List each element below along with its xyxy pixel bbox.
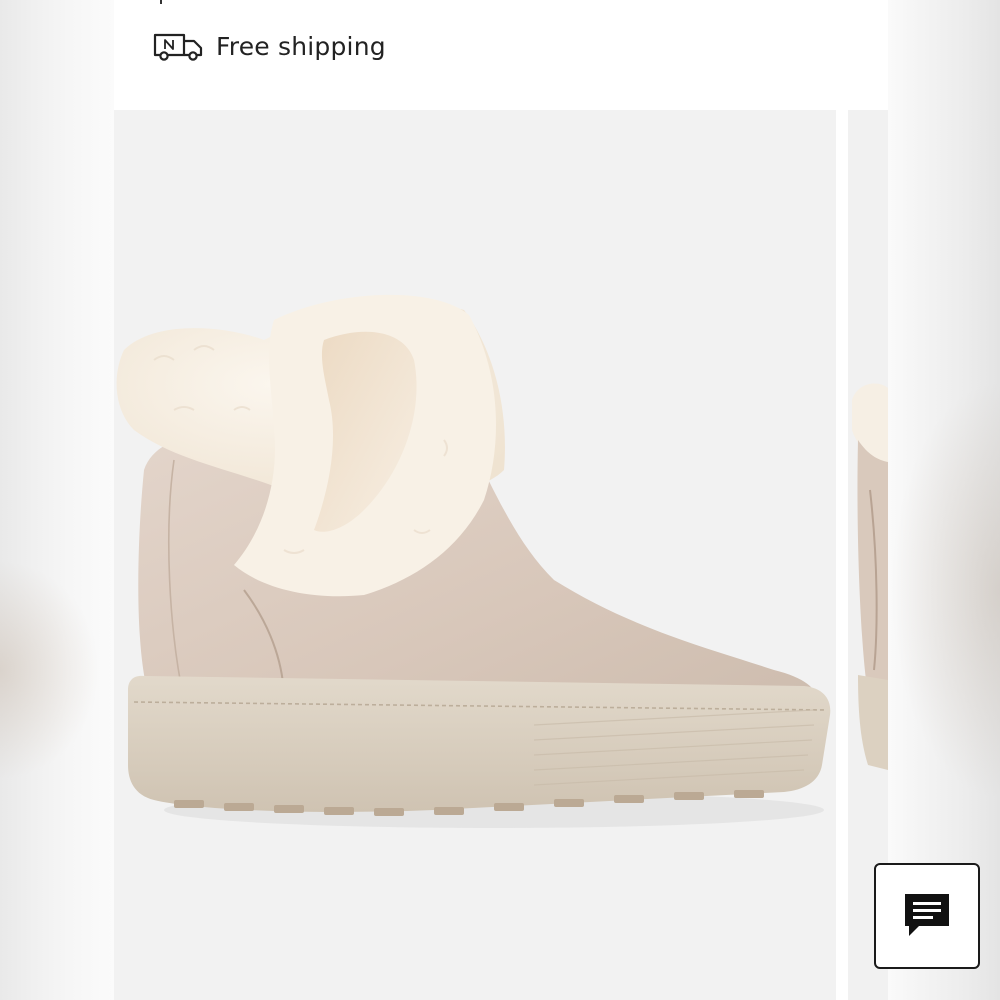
cropped-text-fragment: [160, 0, 162, 4]
free-shipping-label: Free shipping: [216, 31, 386, 61]
chat-button[interactable]: [874, 863, 980, 969]
product-image-main[interactable]: [114, 110, 836, 1000]
boot-photo: [116, 294, 831, 828]
delivery-truck-icon: [153, 33, 203, 61]
product-image-carousel[interactable]: [114, 110, 888, 1000]
background-blur-left: [0, 0, 114, 1000]
chat-bubble-icon: [905, 894, 949, 936]
shipping-info: Free shipping: [152, 26, 386, 66]
background-blur-right: [888, 0, 1000, 1000]
product-page: Free shipping: [114, 0, 980, 1000]
